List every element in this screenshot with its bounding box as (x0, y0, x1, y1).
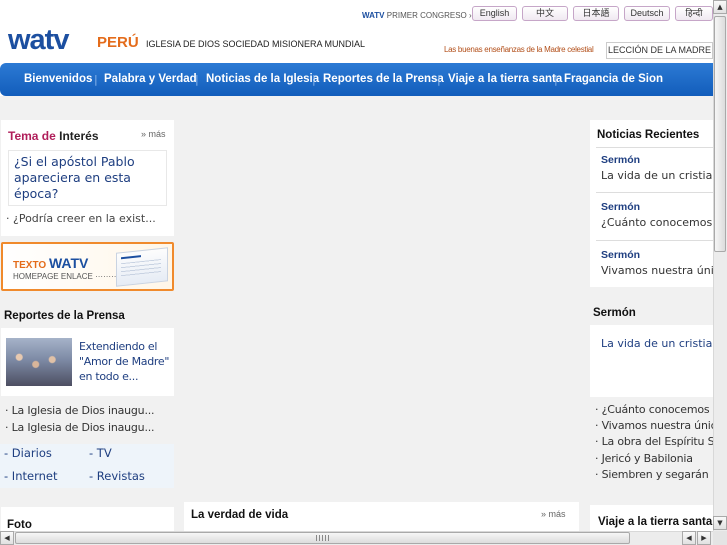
banner-title-small: TEXTO (13, 260, 47, 271)
verdad-heading: La verdad de vida (191, 509, 289, 521)
nav-separator: | (554, 73, 558, 86)
press-feature-link[interactable]: Extendiendo el "Amor de Madre" en todo e… (79, 339, 171, 384)
nav-reportes[interactable]: Reportes de la Prensa (323, 73, 444, 85)
sermon-list-item[interactable]: · Jericó y Babilonia (595, 452, 713, 465)
verdad-more-link[interactable]: » más (541, 509, 566, 519)
lang-hindi[interactable]: हिन्दी (675, 6, 713, 21)
nav-separator: | (312, 73, 316, 86)
divider (596, 240, 713, 241)
logo-country[interactable]: PERÚ (97, 34, 139, 51)
nav-palabra-y-verdad[interactable]: Palabra y Verdad (104, 73, 197, 85)
news-item-category: Sermón (601, 201, 641, 213)
divider (596, 192, 713, 193)
tema-more-link[interactable]: » más (141, 129, 166, 139)
lang-chinese[interactable]: 中文 (522, 6, 568, 21)
press-list-item[interactable]: · La Iglesia de Dios inaugu... (5, 404, 155, 417)
press-photo[interactable] (6, 338, 72, 386)
nav-viaje[interactable]: Viaje a la tierra santa (448, 73, 562, 85)
nav-separator: | (437, 73, 441, 86)
vertical-scroll-thumb[interactable] (714, 16, 726, 252)
main-nav: Bienvenidos | Palabra y Verdad | Noticia… (0, 63, 713, 96)
scroll-down-button[interactable]: ▼ (713, 516, 727, 530)
sermon-list-item[interactable]: · Vivamos nuestra única (595, 419, 713, 432)
sermon-list-item[interactable]: · ¿Cuánto conocemos d (595, 403, 713, 416)
site-header: watv PERÚ IGLESIA DE DIOS SOCIEDAD MISIO… (0, 0, 713, 62)
press-heading: Reportes de la Prensa (4, 310, 125, 322)
watv-text-banner[interactable]: TEXTO WATV HOMEPAGE ENLACE ·········· (1, 242, 174, 291)
scroll-left-button[interactable]: ◀ (0, 531, 14, 545)
news-item-link[interactable]: ¿Cuánto conocemos d (601, 216, 713, 229)
sermon-feature-panel (590, 325, 713, 397)
media-revistas-link[interactable]: - Revistas (89, 469, 145, 483)
lang-german[interactable]: Deutsch (624, 6, 670, 21)
news-heading: Noticias Recientes (597, 129, 700, 141)
scrollbar-corner (713, 531, 727, 545)
media-internet-link[interactable]: - Internet (4, 469, 57, 483)
sermon-list-item[interactable]: · La obra del Espíritu San (595, 435, 713, 448)
lang-english[interactable]: English (472, 6, 517, 21)
banner-document-image (116, 247, 168, 287)
congreso-link[interactable]: WATV PRIMER CONGRESO › (362, 11, 472, 20)
congreso-brand: WATV (362, 11, 385, 20)
viaje-heading: Viaje a la tierra santa (598, 516, 713, 528)
sermon-list-item[interactable]: · Siembren y segarán (595, 468, 713, 481)
banner-title: TEXTO WATV (13, 255, 88, 271)
org-name: IGLESIA DE DIOS SOCIEDAD MISIONERA MUNDI… (146, 39, 366, 49)
banner-title-big: WATV (48, 255, 89, 271)
sermon-heading: Sermón (593, 307, 636, 319)
news-item-link[interactable]: La vida de un cristiano (601, 169, 713, 182)
site-logo[interactable]: watv (8, 24, 69, 57)
tema-heading-rest: Interés (59, 129, 99, 143)
media-tv-link[interactable]: - TV (89, 446, 112, 460)
sermon-feature-link[interactable]: La vida de un cristiano (601, 337, 713, 350)
foto-heading: Foto (7, 519, 32, 531)
scroll-left-button[interactable]: ◀ (682, 531, 696, 545)
nav-bienvenidos[interactable]: Bienvenidos (24, 73, 92, 85)
nav-fragancia[interactable]: Fragancia de Sion (564, 73, 663, 85)
press-list-item[interactable]: · La Iglesia de Dios inaugu... (5, 421, 155, 434)
media-diarios-link[interactable]: - Diarios (4, 446, 52, 460)
news-item-category: Sermón (601, 249, 641, 261)
tagline-link[interactable]: Las buenas enseñanzas de la Madre celest… (444, 45, 594, 54)
scroll-right-button[interactable]: ▶ (697, 531, 711, 545)
leccion-button[interactable]: LECCIÓN DE LA MADRE (606, 42, 713, 59)
divider (596, 147, 713, 148)
scroll-grip-icon (316, 535, 330, 541)
tema-heading-accent: Tema de (8, 129, 56, 143)
tema-sub-link[interactable]: · ¿Podría creer en la exist... (6, 212, 168, 225)
nav-noticias[interactable]: Noticias de la Iglesia (206, 73, 319, 85)
nav-separator: | (94, 73, 98, 86)
banner-subtitle: HOMEPAGE ENLACE ·········· (13, 272, 122, 281)
nav-separator: | (195, 73, 199, 86)
news-item-category: Sermón (601, 154, 641, 166)
scroll-up-button[interactable]: ▲ (713, 0, 727, 14)
news-item-link[interactable]: Vivamos nuestra única (601, 264, 713, 277)
tema-heading: Tema de Interés (8, 129, 99, 143)
congreso-label: PRIMER CONGRESO (386, 11, 467, 20)
lang-japanese[interactable]: 日本語 (573, 6, 619, 21)
tema-feature-link[interactable]: ¿Si el apóstol Pablo apareciera en esta … (8, 150, 167, 206)
